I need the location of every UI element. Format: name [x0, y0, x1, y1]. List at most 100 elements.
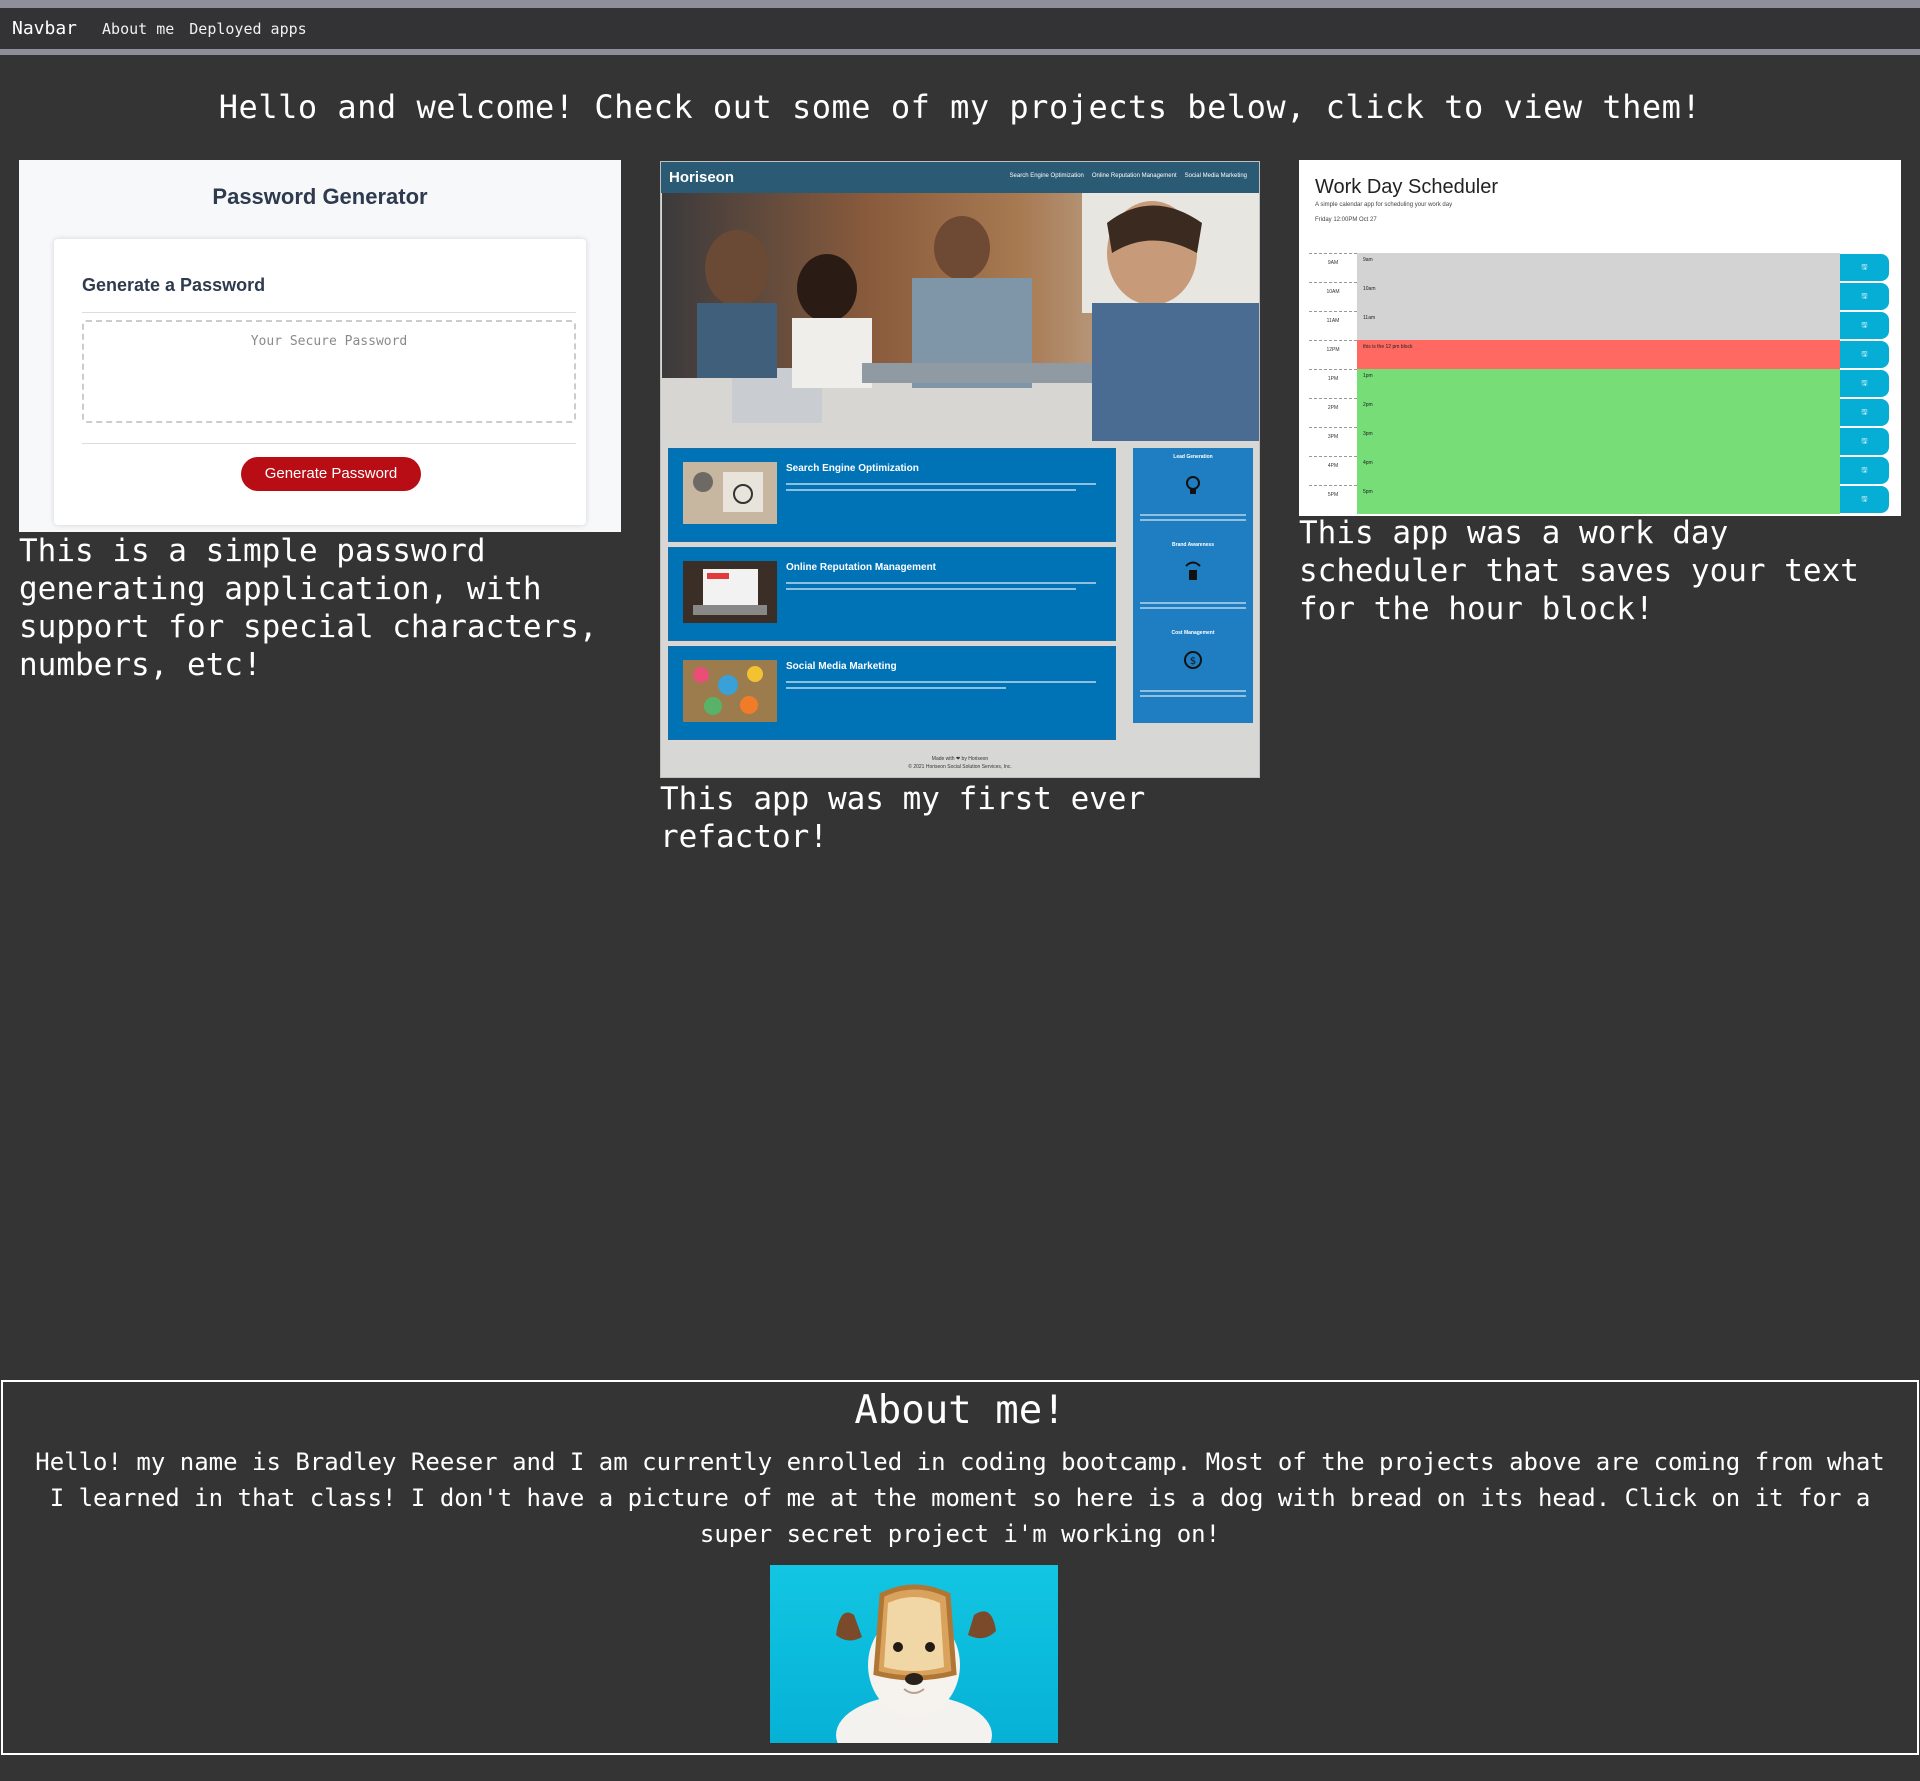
- ws-thumb-hour-label: 4PM: [1309, 456, 1357, 485]
- hs-thumb-copyright: © 2021 Horiseon Social Solution Services…: [908, 764, 1012, 770]
- pw-thumb-title: Password Generator: [212, 184, 428, 209]
- project-horiseon-description: This app was my first ever refactor!: [660, 781, 1146, 855]
- save-icon: 🖫: [1840, 486, 1889, 513]
- pw-thumb-card: Generate a Password Your Secure Password…: [54, 239, 586, 525]
- save-icon: 🖫: [1840, 312, 1889, 339]
- ws-thumb-time-block: 10AM 10am 🖫: [1309, 282, 1891, 311]
- save-icon: 🖫: [1840, 283, 1889, 310]
- ws-thumb-hour-label: 10AM: [1309, 282, 1357, 311]
- lightbulb-icon: [1186, 476, 1200, 494]
- ws-thumb-event-text: 5pm: [1357, 485, 1840, 514]
- ws-thumb-event-text: 1pm: [1357, 369, 1840, 398]
- project-password-generator-thumbnail[interactable]: Password Generator Generate a Password Y…: [19, 160, 621, 532]
- project-work-day-scheduler-thumbnail[interactable]: Work Day Scheduler A simple calendar app…: [1299, 160, 1901, 516]
- save-icon: 🖫: [1840, 399, 1889, 426]
- project-work-day-scheduler-description: This app was a work day scheduler that s…: [1299, 515, 1859, 627]
- ws-thumb-hour-label: 3PM: [1309, 427, 1357, 456]
- hs-thumb-card-reputation: Online Reputation Management: [668, 547, 1116, 641]
- ws-thumb-hour-label: 1PM: [1309, 369, 1357, 398]
- hs-thumb-card-text: [786, 582, 1096, 584]
- dog-with-bread-image[interactable]: [770, 1565, 1058, 1775]
- hs-thumb-logo: Horiseon: [669, 169, 735, 186]
- ws-thumb-time-block: 1PM 1pm 🖫: [1309, 369, 1891, 398]
- coins-icon: $: [1184, 651, 1202, 669]
- ws-thumb-time-block: 3PM 3pm 🖫: [1309, 427, 1891, 456]
- ws-thumb-time-block: 11AM 11am 🖫: [1309, 311, 1891, 340]
- pw-thumb-divider: [82, 443, 576, 444]
- hs-thumb-nav-item: Online Reputation Management: [1091, 173, 1177, 179]
- hs-thumb-sidebar: Lead Generation Brand Awareness Cost Man…: [1133, 448, 1253, 723]
- about-title: About me!: [854, 1388, 1066, 1433]
- ws-thumb-hour-label: 9AM: [1309, 253, 1357, 282]
- project-horiseon-thumbnail[interactable]: Horiseon Search Engine Optimization Onli…: [660, 161, 1260, 778]
- ws-thumb-time-block: 12PM this is the 12 pm block 🖫: [1309, 340, 1891, 369]
- ws-thumb-event-text: 9am: [1357, 253, 1840, 282]
- nav-link-about-me[interactable]: About me: [102, 20, 174, 38]
- hs-thumb-side-text: [1140, 602, 1246, 604]
- hs-thumb-card-title: Social Media Marketing: [786, 661, 897, 672]
- project-password-generator-description: This is a simple password generating app…: [19, 533, 598, 683]
- ws-thumb-event-text: 3pm: [1357, 427, 1840, 456]
- reputation-card-image: [683, 561, 777, 623]
- ws-thumb-time-block: 2PM 2pm 🖫: [1309, 398, 1891, 427]
- ws-thumb-hour-label: 11AM: [1309, 311, 1357, 340]
- navbar-top-border: [0, 0, 1920, 8]
- hs-thumb-hero-image: [662, 193, 1259, 441]
- hs-thumb-card-text: [786, 681, 1096, 683]
- pw-thumb-password-box: Your Secure Password: [82, 320, 576, 423]
- save-icon: 🖫: [1840, 254, 1889, 281]
- ws-thumb-event-text: 4pm: [1357, 456, 1840, 485]
- hs-thumb-card-text: [786, 489, 1076, 491]
- ws-thumb-time-block: 9AM 9am 🖫: [1309, 253, 1891, 282]
- svg-text:$: $: [1190, 656, 1196, 667]
- pw-thumb-card-title: Generate a Password: [82, 275, 266, 295]
- ws-thumb-subtitle: A simple calendar app for scheduling you…: [1315, 202, 1453, 208]
- hs-thumb-side-text: [1140, 695, 1246, 697]
- ws-thumb-time-block: 5PM 5pm 🖫: [1309, 485, 1891, 514]
- ws-thumb-title: Work Day Scheduler: [1315, 176, 1499, 198]
- about-section: About me! Hello! my name is Bradley Rees…: [1, 1380, 1919, 1775]
- hs-thumb-footer: Made with ❤ by Horiseon: [931, 756, 989, 762]
- hs-thumb-card-text: [786, 687, 1006, 689]
- navbar-brand[interactable]: Navbar: [12, 18, 77, 39]
- hs-thumb-side-title: Brand Awareness: [1172, 542, 1214, 548]
- hs-thumb-card-title: Search Engine Optimization: [786, 463, 919, 474]
- hs-thumb-side-text: [1140, 690, 1246, 692]
- broadcast-icon: [1185, 561, 1201, 580]
- ws-thumb-current-date: Friday 12:00PM Oct 27: [1315, 217, 1377, 223]
- navbar: Navbar About me Deployed apps: [0, 8, 1920, 49]
- nav-link-deployed-apps[interactable]: Deployed apps: [189, 20, 306, 38]
- hs-thumb-side-text: [1140, 514, 1246, 516]
- save-icon: 🖫: [1840, 457, 1889, 484]
- hs-thumb-side-text: [1140, 607, 1246, 609]
- hs-thumb-nav: Search Engine Optimization Online Reputa…: [1010, 173, 1247, 179]
- hs-thumb-nav-item: Social Media Marketing: [1184, 173, 1247, 179]
- ws-thumb-event-text: 11am: [1357, 311, 1840, 340]
- ws-thumb-hour-label: 2PM: [1309, 398, 1357, 427]
- pw-thumb-generate-button: Generate Password: [241, 457, 421, 491]
- ws-thumb-event-text: 10am: [1357, 282, 1840, 311]
- ws-thumb-event-text: this is the 12 pm block: [1357, 340, 1840, 369]
- seo-card-image: [683, 462, 777, 524]
- hs-thumb-nav-item: Search Engine Optimization: [1009, 173, 1084, 179]
- ws-thumb-event-text: 2pm: [1357, 398, 1840, 427]
- hs-thumb-card-text: [786, 588, 1076, 590]
- ws-thumb-hour-label: 12PM: [1309, 340, 1357, 369]
- hs-thumb-card-social: Social Media Marketing: [668, 646, 1116, 740]
- ws-thumb-hour-label: 5PM: [1309, 485, 1357, 514]
- social-card-image: [683, 660, 777, 722]
- ws-thumb-time-block: 4PM 4pm 🖫: [1309, 456, 1891, 485]
- hs-thumb-card-title: Online Reputation Management: [786, 562, 937, 573]
- save-icon: 🖫: [1840, 341, 1889, 368]
- hs-thumb-side-title: Lead Generation: [1173, 454, 1213, 460]
- hs-thumb-side-text: [1140, 519, 1246, 521]
- about-text: Hello! my name is Bradley Reeser and I a…: [35, 1448, 1885, 1548]
- pw-thumb-divider: [82, 312, 576, 313]
- hs-thumb-card-seo: Search Engine Optimization: [668, 448, 1116, 542]
- hs-thumb-header: Horiseon Search Engine Optimization Onli…: [661, 162, 1259, 193]
- hs-thumb-side-title: Cost Management: [1171, 630, 1215, 636]
- hs-thumb-card-text: [786, 483, 1096, 485]
- save-icon: 🖫: [1840, 370, 1889, 397]
- welcome-heading: Hello and welcome! Check out some of my …: [218, 88, 1702, 126]
- navbar-bottom-border: [0, 49, 1920, 55]
